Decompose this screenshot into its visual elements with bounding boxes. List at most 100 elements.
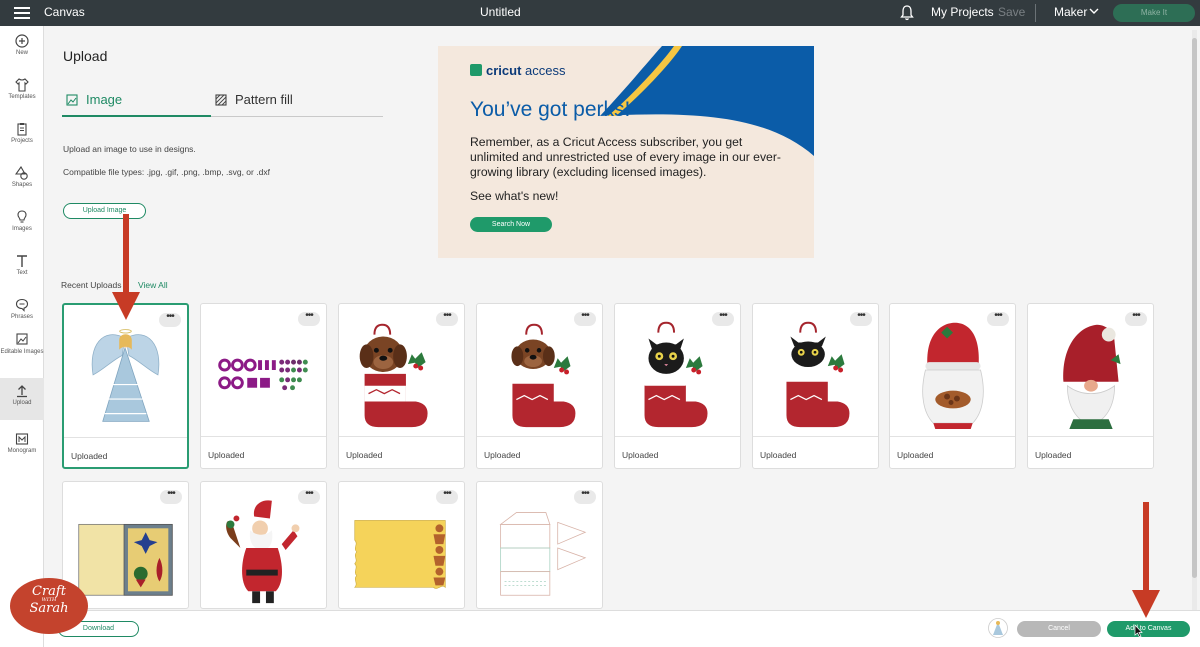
card-caption: Uploaded [897,450,934,460]
upload-card-santa[interactable]: ••• [200,481,327,609]
upload-card-gnome-cookies[interactable]: ••• Uploaded [889,303,1016,469]
sidebar-item-images[interactable]: Images [0,210,44,232]
editable-image-icon [16,333,28,345]
more-options-button[interactable]: ••• [574,489,596,504]
banner-body: Remember, as a Cricut Access subscriber,… [470,135,781,179]
sidebar-item-label: Projects [11,138,33,144]
annotation-arrow-down-icon [1132,502,1160,618]
card-divider [615,436,740,437]
more-options-button[interactable]: ••• [1125,311,1147,326]
more-options-button[interactable]: ••• [712,311,734,326]
upload-card-gingerbread-card[interactable]: ••• [338,481,465,609]
upload-card-cat-stocking[interactable]: ••• Uploaded [614,303,741,469]
sidebar-item-label: Phrases [10,314,33,320]
card-divider [64,437,187,438]
speech-bubble-icon [15,298,29,312]
card-caption: Uploaded [1035,450,1072,460]
banner-cta-text: See what's new! [470,189,559,203]
more-options-button[interactable]: ••• [159,312,181,327]
sidebar-item-projects[interactable]: Projects [0,122,44,144]
add-to-canvas-button[interactable]: Add to Canvas [1107,621,1190,637]
active-tab-indicator [62,115,211,117]
tab-label: Pattern fill [235,92,293,107]
sidebar-item-upload[interactable]: Upload [0,378,44,420]
upload-description: Upload an image to use in designs. [63,144,196,154]
card-caption: Uploaded [71,451,108,461]
card-caption: Uploaded [760,450,797,460]
shirt-icon [15,78,29,92]
upload-card-puppy-stocking[interactable]: ••• Uploaded [338,303,465,469]
machine-select[interactable]: Maker [1054,5,1087,19]
scrollbar-thumb[interactable] [1192,38,1197,578]
sidebar-item-label: Shapes [11,182,33,188]
card-caption: Uploaded [622,450,659,460]
cancel-button[interactable]: Cancel [1017,621,1101,637]
upload-card-gnome-red-hat[interactable]: ••• Uploaded [1027,303,1154,469]
cricut-access-banner[interactable]: cricut access You’ve got perks! Remember… [438,46,814,258]
logo-product: access [525,63,566,78]
card-caption: Uploaded [208,450,245,460]
clipboard-icon [17,123,27,136]
sidebar-item-label: Templates [8,94,36,100]
upload-icon [17,385,27,398]
view-all-link[interactable]: View All [138,280,168,290]
upload-card-cat-stocking-2[interactable]: ••• Uploaded [752,303,879,469]
lightbulb-icon [17,210,27,223]
sidebar-item-new[interactable]: New [0,34,44,56]
more-options-button[interactable]: ••• [987,311,1009,326]
app-title: Canvas [44,5,85,19]
more-options-button[interactable]: ••• [436,489,458,504]
my-projects-link[interactable]: My Projects [931,5,994,19]
sidebar-item-label: Upload [12,400,32,406]
upload-card-box-template[interactable]: ••• [476,481,603,609]
more-options-button[interactable]: ••• [574,311,596,326]
topbar-divider [1035,4,1036,22]
upload-card-puppy-stocking-2[interactable]: ••• Uploaded [476,303,603,469]
more-options-button[interactable]: ••• [298,489,320,504]
document-title: Untitled [480,5,521,19]
save-button[interactable]: Save [998,5,1025,19]
sidebar-item-label: Editable Images [0,349,44,355]
pattern-icon [215,94,227,106]
page-title: Upload [63,48,108,64]
shapes-icon [15,166,28,180]
top-bar: Canvas Untitled My Projects Save Maker M… [0,0,1200,26]
banner-headline: You’ve got perks! [470,98,631,121]
upload-card-angel[interactable]: ••• Uploaded [62,303,189,469]
sidebar-item-label: Images [12,226,32,232]
sidebar-item-phrases[interactable]: Phrases [0,298,44,320]
craft-with-sarah-logo: Craft WITH Sarah [10,578,88,634]
card-divider [477,436,602,437]
plus-circle-icon [15,34,29,48]
sidebar-item-text[interactable]: Text [0,254,44,276]
tab-pattern-fill[interactable]: Pattern fill [215,92,382,118]
card-caption: Uploaded [484,450,521,460]
more-options-button[interactable]: ••• [160,489,182,504]
card-divider [753,436,878,437]
scrollbar[interactable] [1190,30,1198,610]
search-now-button[interactable]: Search Now [470,217,552,232]
sidebar-item-monogram[interactable]: Monogram [0,432,44,454]
left-sidebar: New Templates Projects Shapes Images Tex… [0,26,44,647]
more-options-button[interactable]: ••• [850,311,872,326]
sidebar-item-templates[interactable]: Templates [0,78,44,100]
more-options-button[interactable]: ••• [436,311,458,326]
card-divider [339,436,464,437]
card-divider [1028,436,1153,437]
hamburger-menu-icon[interactable] [14,7,30,19]
notification-bell-icon[interactable] [900,5,914,21]
sidebar-item-label: New [15,50,28,56]
card-divider [890,436,1015,437]
sidebar-item-editable-images[interactable]: Editable Images [0,332,44,356]
sidebar-item-shapes[interactable]: Shapes [0,166,44,188]
monogram-icon [15,433,29,445]
text-icon [17,255,27,267]
upload-card-purple-pieces[interactable]: ••• Uploaded [200,303,327,469]
card-caption: Uploaded [346,450,383,460]
tab-label: Image [86,92,123,107]
more-options-button[interactable]: ••• [298,311,320,326]
mouse-cursor-icon [1134,624,1143,638]
sidebar-item-label: Text [16,270,28,276]
chevron-down-icon[interactable] [1089,6,1099,16]
make-it-button[interactable]: Make It [1113,4,1195,22]
